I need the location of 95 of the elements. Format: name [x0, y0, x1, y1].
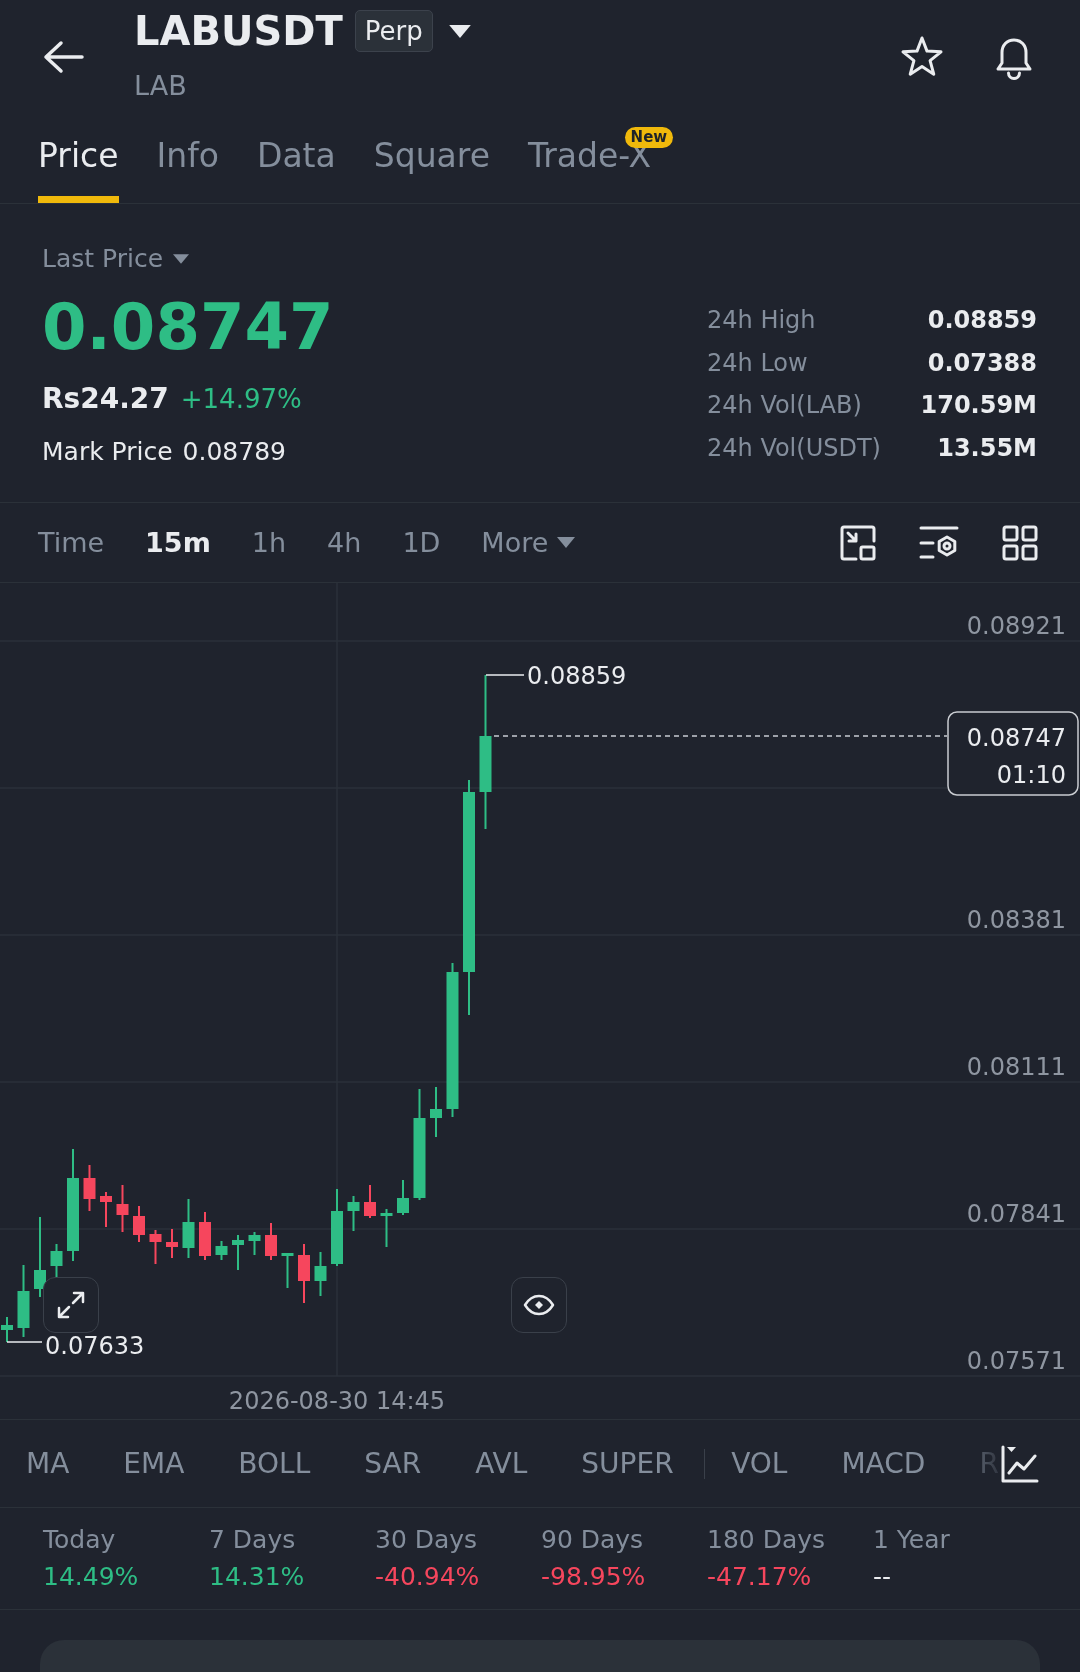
indicator-tab[interactable]: EMA: [123, 1446, 185, 1481]
candlestick: [298, 1244, 310, 1303]
caret-down-icon: [173, 254, 189, 264]
period-label: 90 Days: [541, 1524, 644, 1556]
candlestick: [265, 1223, 277, 1260]
price-axis-label: 0.08111: [966, 1053, 1066, 1081]
period-label: 1 Year: [873, 1524, 950, 1556]
stat-value: 170.59M: [920, 390, 1037, 421]
candlestick: [50, 1244, 63, 1277]
eye-icon: [523, 1294, 555, 1316]
period-change: 14.31%: [209, 1561, 305, 1593]
interval-tab[interactable]: 1D: [402, 525, 441, 560]
last-price: 0.08747: [42, 290, 334, 364]
indicator-tab[interactable]: BOLL: [238, 1446, 311, 1481]
candlestick: [116, 1185, 129, 1232]
indicator-tab[interactable]: SAR: [364, 1446, 422, 1481]
period-change: -47.17%: [707, 1561, 812, 1593]
local-currency-price: Rs24.27: [42, 381, 169, 417]
period-label: 7 Days: [209, 1524, 296, 1556]
period-change: 14.49%: [43, 1561, 139, 1593]
candlestick: [133, 1206, 145, 1242]
contract-type-badge: Perp: [354, 10, 433, 52]
candlestick: [347, 1196, 360, 1231]
mark-price-value: 0.08789: [182, 436, 286, 468]
price-axis-label: 0.08381: [966, 906, 1066, 934]
indicator-tab[interactable]: SUPER: [581, 1446, 674, 1481]
stat-label: 24h Low: [707, 347, 809, 379]
interval-tab[interactable]: 1h: [251, 525, 287, 560]
period-change: --: [873, 1561, 892, 1593]
interval-tab[interactable]: More: [481, 525, 576, 560]
candlestick: [248, 1232, 261, 1255]
base-asset-label: LAB: [134, 71, 187, 101]
interval-tab[interactable]: 15m: [145, 525, 211, 560]
price-axis-label: 0.07841: [966, 1200, 1066, 1228]
candlestick: [364, 1185, 376, 1218]
countdown-timer: 01:10: [996, 761, 1066, 789]
candlestick: [380, 1209, 393, 1247]
expand-arrows-icon: [56, 1290, 86, 1320]
candlestick: [166, 1229, 178, 1258]
time-axis-label: 2026-08-30 14:45: [228, 1387, 446, 1415]
candlestick: [1, 1317, 13, 1342]
stat-value: 0.07388: [926, 347, 1037, 379]
stat-value: 0.08859: [926, 305, 1037, 336]
leader-line: [6, 1341, 43, 1343]
caret-down-icon[interactable]: [448, 24, 471, 38]
fullscreen-button[interactable]: [43, 1277, 99, 1333]
candlestick: [397, 1180, 409, 1215]
interval-tab[interactable]: Time: [38, 525, 105, 560]
box-arrow-icon[interactable]: [839, 523, 877, 562]
mark-price-label: Mark Price: [42, 436, 173, 468]
period-label: 180 Days: [707, 1524, 826, 1556]
low-price-label: 0.07633: [45, 1332, 145, 1360]
caret-down-icon: [557, 537, 576, 548]
interval-tab[interactable]: 4h: [327, 525, 362, 560]
high-price-label: 0.08859: [527, 662, 627, 690]
indicator-tab[interactable]: AVL: [475, 1446, 528, 1481]
candlestick: [215, 1241, 228, 1260]
indicator-tab[interactable]: VOL: [731, 1446, 788, 1481]
candlestick: [430, 1087, 442, 1137]
price-axis-label: 0.08921: [966, 612, 1066, 640]
period-label: Today: [43, 1524, 116, 1556]
new-badge: New: [624, 127, 674, 148]
price-change-percent: +14.97%: [180, 383, 302, 416]
tab[interactable]: Data: [257, 136, 336, 203]
visibility-button[interactable]: [511, 1277, 567, 1333]
tab[interactable]: Price: [38, 136, 119, 203]
indicator-tab[interactable]: MA: [26, 1446, 70, 1481]
symbol-title: LABUSDT: [134, 7, 343, 56]
candlestick: [149, 1230, 162, 1264]
price-axis-label: 0.07571: [966, 1347, 1066, 1375]
indicator-tab[interactable]: MACD: [841, 1446, 926, 1481]
candlestick: [232, 1235, 244, 1270]
star-icon[interactable]: [900, 36, 944, 78]
stat-label: 24h Vol(USDT): [707, 432, 881, 464]
tab[interactable]: Square: [373, 136, 490, 203]
candlestick: [314, 1252, 327, 1296]
back-icon[interactable]: [43, 40, 85, 74]
candlestick: [83, 1165, 96, 1211]
stat-label: 24h Vol(LAB): [707, 390, 863, 421]
price-tag-value: 0.08747: [966, 724, 1066, 752]
candlestick: [199, 1212, 211, 1260]
period-label: 30 Days: [375, 1524, 478, 1556]
candlestick: [281, 1253, 294, 1288]
candlestick: [17, 1265, 30, 1337]
leader-line: [485, 674, 525, 676]
stat-value: 13.55M: [936, 432, 1037, 464]
stat-label: 24h High: [707, 305, 817, 336]
tab[interactable]: Info: [156, 136, 219, 203]
candlestick: [182, 1199, 195, 1258]
period-change: -98.95%: [541, 1561, 646, 1593]
period-change: -40.94%: [375, 1561, 480, 1593]
price-type-dropdown[interactable]: Last Price: [42, 244, 189, 274]
line-chart-icon[interactable]: [1000, 1443, 1040, 1484]
grid-icon[interactable]: [1001, 523, 1039, 562]
candlestick: [100, 1192, 112, 1227]
